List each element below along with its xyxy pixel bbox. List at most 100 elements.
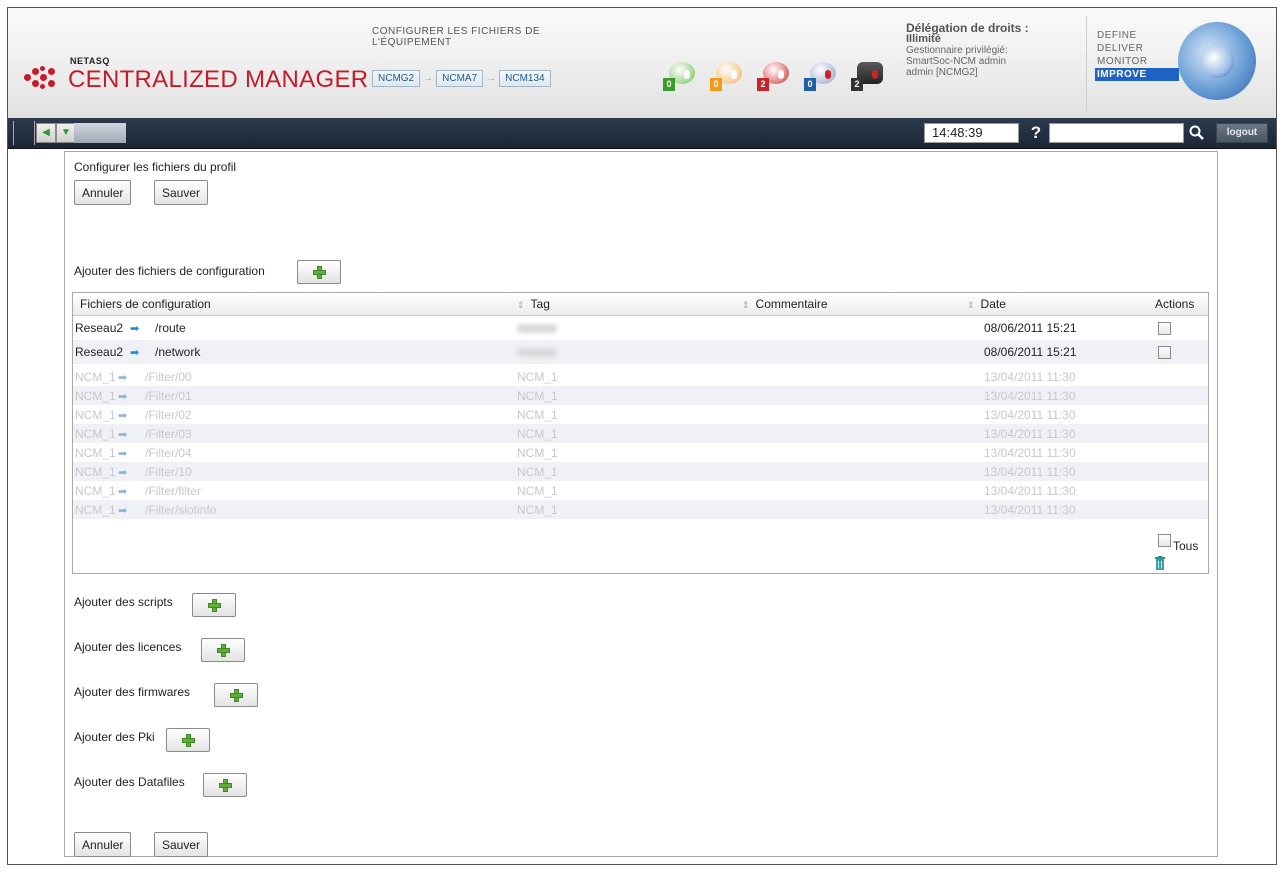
alarm-blue[interactable]: 0 [804, 58, 836, 94]
lifecycle-deliver[interactable]: DELIVER [1095, 42, 1179, 55]
file-device: NCM_1 [75, 465, 116, 479]
column-header-date[interactable]: ⇕ Date [967, 297, 1006, 311]
file-tag-blurred [517, 345, 557, 359]
breadcrumb-item[interactable]: NCMA7 [436, 70, 484, 87]
trash-icon[interactable] [1155, 556, 1165, 570]
file-path: /Filter/03 [145, 427, 192, 441]
alarm-red[interactable]: 2 [757, 58, 789, 94]
logout-button[interactable]: logout [1216, 123, 1268, 143]
arrow-right-icon: ➡ [118, 429, 128, 441]
breadcrumb-item[interactable]: NCM134 [499, 70, 551, 87]
header: NETASQ CENTRALIZED MANAGER CONFIGURER LE… [8, 8, 1276, 119]
file-device: NCM_1 [75, 427, 116, 441]
file-date: 08/06/2011 15:21 [984, 345, 1077, 359]
arrow-right-icon: ➡ [118, 410, 128, 422]
file-tag: NCM_1 [517, 484, 558, 498]
table-row: NCM_1 ➡ /Filter/00 NCM_1 13/04/2011 11:3… [73, 367, 1208, 386]
plus-icon [230, 689, 243, 702]
breadcrumb-item[interactable]: NCMG2 [372, 70, 421, 87]
cancel-button-bottom[interactable]: Annuler [74, 832, 132, 857]
arrow-right-icon: ➡ [118, 372, 128, 384]
table-row: NCM_1 ➡ /Filter/filter NCM_1 13/04/2011 … [73, 481, 1208, 500]
row-checkbox[interactable] [1158, 346, 1171, 359]
toolbar: ◀ ▼ 14:48:39 ? logout [8, 118, 1276, 149]
alarm-dark[interactable]: 2 [851, 58, 883, 94]
alarm-count: 0 [663, 78, 675, 91]
file-device: NCM_1 [75, 484, 116, 498]
arrow-right-icon: ➡ [118, 486, 128, 498]
user-info: Délégation de droits : Illimité Gestionn… [906, 22, 1081, 78]
logo-brand: NETASQ [70, 56, 110, 66]
lifecycle-menu: DEFINE DELIVER MONITOR IMPROVE [1095, 29, 1179, 81]
breadcrumb-arrow-icon: → [423, 73, 434, 84]
table-row: NCM_1 ➡ /Filter/01 NCM_1 13/04/2011 11:3… [73, 386, 1208, 405]
file-date: 13/04/2011 11:30 [984, 389, 1076, 403]
column-header-files[interactable]: Fichiers de configuration [80, 297, 211, 311]
file-tag: NCM_1 [517, 446, 558, 460]
table-row: NCM_1 ➡ /Filter/10 NCM_1 13/04/2011 11:3… [73, 462, 1208, 481]
file-path: /Filter/02 [145, 408, 192, 422]
file-tag: NCM_1 [517, 389, 558, 403]
delegation-value: Illimité [906, 33, 941, 45]
alarm-count: 0 [804, 78, 816, 91]
file-device: NCM_1 [75, 408, 116, 422]
expand-arrow-icon[interactable]: ▼ [56, 123, 76, 143]
config-files-table: Fichiers de configuration ⇕ Tag ⇕ Commenta… [72, 292, 1209, 574]
save-button-bottom[interactable]: Sauver [154, 832, 209, 857]
table-row: NCM_1 ➡ /Filter/04 NCM_1 13/04/2011 11:3… [73, 443, 1208, 462]
file-date: 13/04/2011 11:30 [984, 465, 1076, 479]
column-header-tag[interactable]: ⇕ Tag [517, 297, 550, 311]
alarm-count: 0 [710, 78, 722, 91]
file-device: NCM_1 [75, 503, 116, 517]
lifecycle-define[interactable]: DEFINE [1095, 29, 1179, 42]
file-date: 13/04/2011 11:30 [984, 503, 1076, 517]
alarm-green[interactable]: 0 [663, 58, 695, 94]
add-firmwares-button[interactable] [214, 683, 258, 707]
sort-icon: ⇕ [517, 300, 525, 310]
arrow-right-icon: ➡ [130, 323, 140, 335]
table-row[interactable]: Reseau2 ➡ /route 08/06/2011 15:21 [73, 316, 1208, 340]
alarm-count: 2 [851, 78, 863, 91]
file-date: 13/04/2011 11:30 [984, 408, 1076, 422]
add-config-button[interactable] [297, 260, 341, 284]
search-input[interactable] [1049, 123, 1184, 143]
column-header-actions: Actions [1155, 297, 1195, 311]
select-all-label: Tous [1173, 539, 1199, 553]
file-path: /Filter/10 [145, 465, 192, 479]
search-icon[interactable] [1188, 124, 1206, 142]
lifecycle-improve[interactable]: IMPROVE [1095, 68, 1179, 81]
file-path: /network [155, 345, 201, 359]
sort-icon: ⇕ [967, 300, 975, 310]
table-row: NCM_1 ➡ /Filter/slotinfo NCM_1 13/04/201… [73, 500, 1208, 519]
select-all-checkbox[interactable] [1158, 534, 1171, 547]
back-arrow-icon[interactable]: ◀ [36, 123, 56, 143]
add-pki-button[interactable] [166, 728, 210, 752]
add-scripts-button[interactable] [192, 593, 236, 617]
file-path: /Filter/00 [145, 370, 192, 384]
alarm-orange[interactable]: 0 [710, 58, 742, 94]
cancel-button[interactable]: Annuler [74, 180, 132, 205]
table-row[interactable]: Reseau2 ➡ /network 08/06/2011 15:21 [73, 340, 1208, 364]
panel-title: Configurer les fichiers du profil [74, 160, 237, 174]
table-row: NCM_1 ➡ /Filter/02 NCM_1 13/04/2011 11:3… [73, 405, 1208, 424]
file-tag: NCM_1 [517, 503, 558, 517]
add-datafiles-button[interactable] [203, 773, 247, 797]
lifecycle-globe-icon [1178, 22, 1256, 100]
file-device: NCM_1 [75, 389, 116, 403]
clock: 14:48:39 [924, 123, 1019, 143]
row-checkbox[interactable] [1158, 322, 1171, 335]
lifecycle-monitor[interactable]: MONITOR [1095, 55, 1179, 68]
file-date: 13/04/2011 11:30 [984, 370, 1076, 384]
arrow-right-icon: ➡ [118, 505, 128, 517]
save-button[interactable]: Sauver [154, 180, 209, 205]
help-icon[interactable]: ? [1026, 122, 1046, 144]
add-licences-button[interactable] [201, 638, 245, 662]
file-tag: NCM_1 [517, 370, 558, 384]
toolbar-grip [13, 121, 35, 145]
file-tag-blurred [517, 321, 557, 335]
column-header-comment[interactable]: ⇕ Commentaire [742, 297, 828, 311]
logo-product-name: CENTRALIZED MANAGER [68, 66, 369, 93]
file-date: 13/04/2011 11:30 [984, 484, 1076, 498]
user-login: admin [NCMG2] [906, 67, 978, 78]
table-row: NCM_1 ➡ /Filter/03 NCM_1 13/04/2011 11:3… [73, 424, 1208, 443]
